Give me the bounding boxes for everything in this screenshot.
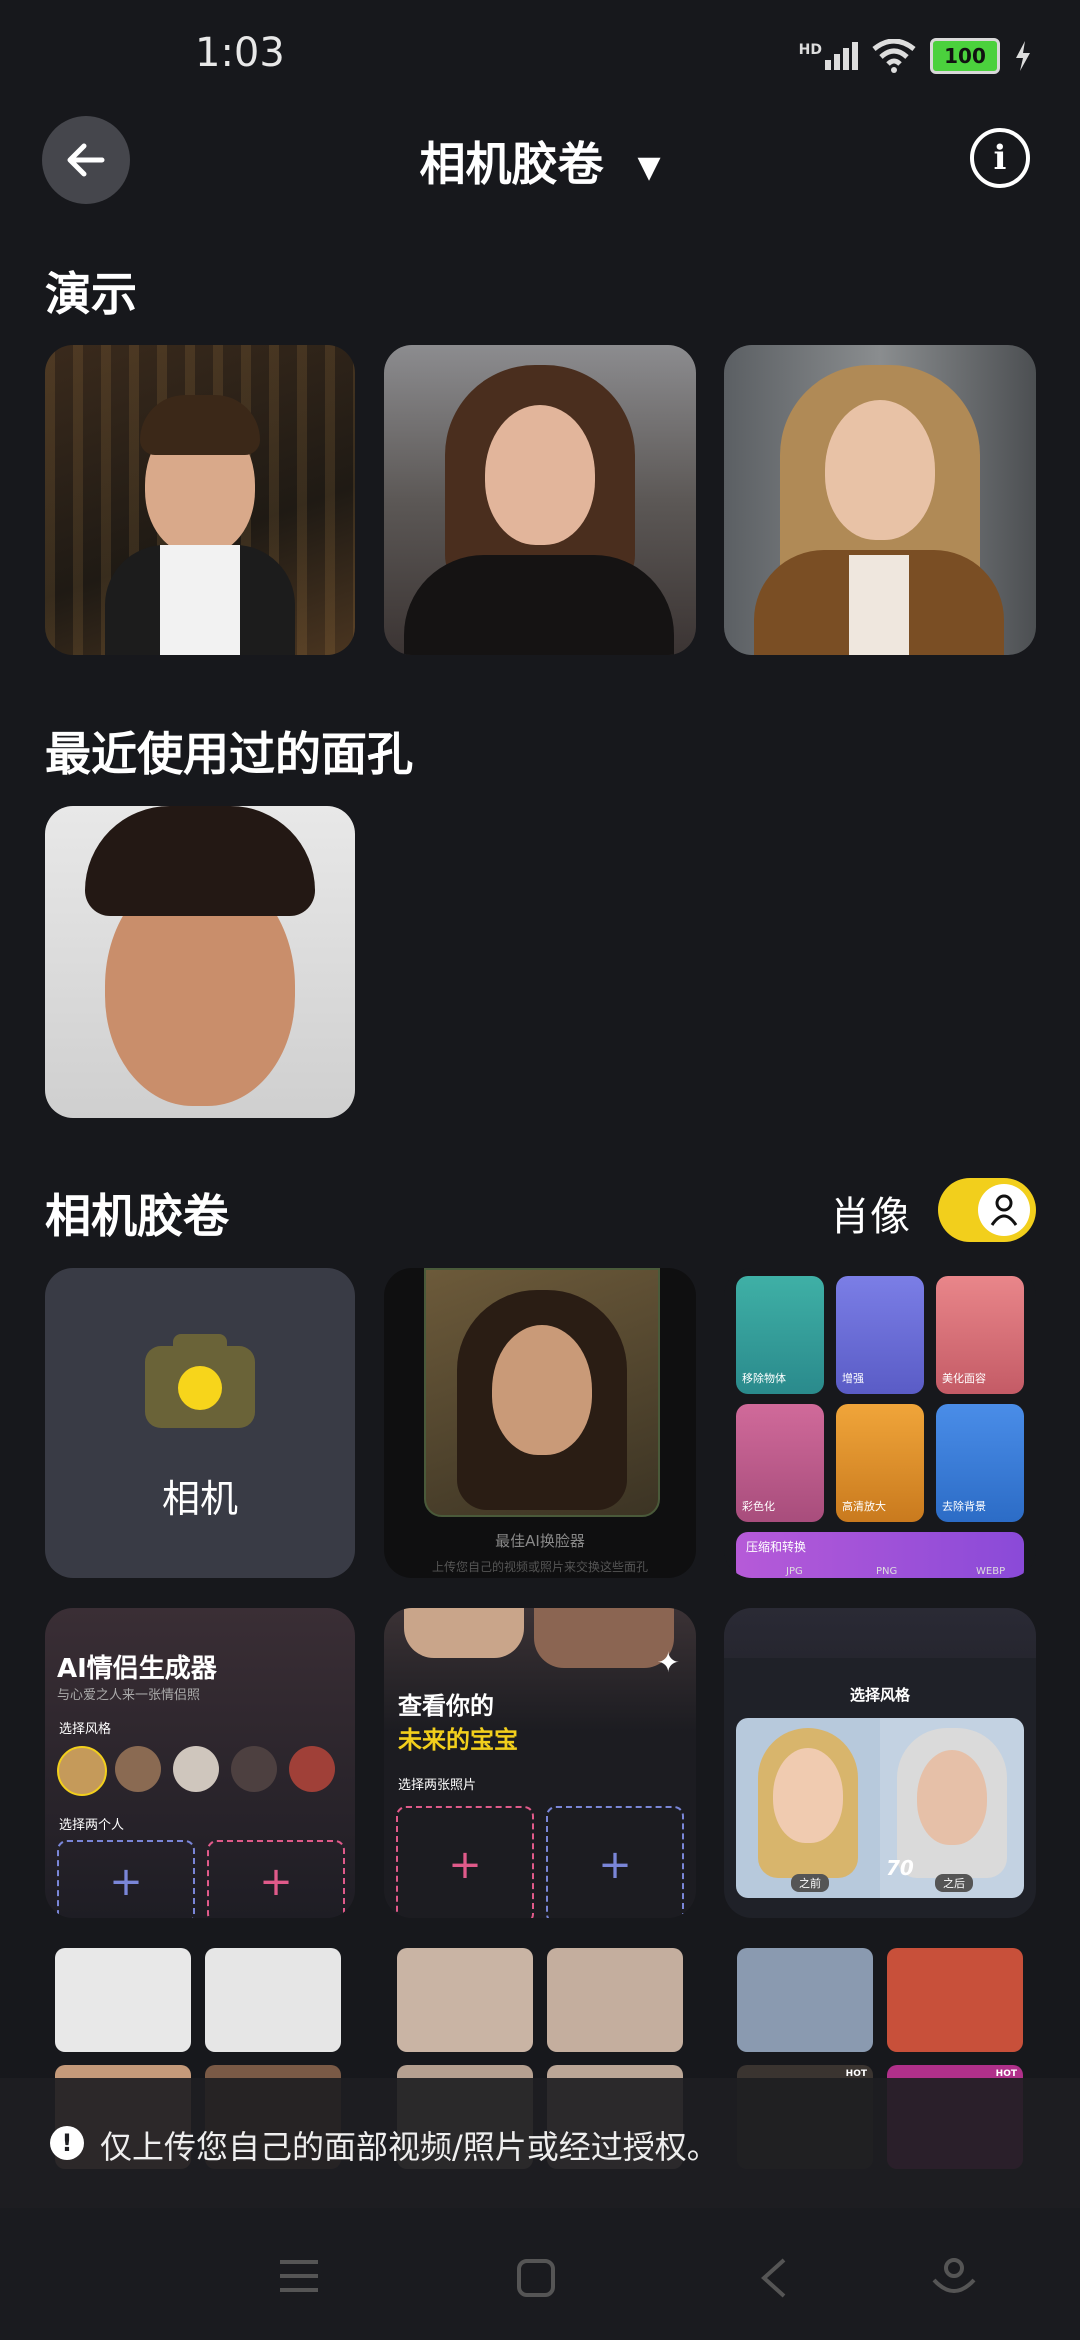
home-icon[interactable] [516,2258,556,2298]
style-preview[interactable] [887,1948,1023,2052]
plus-icon: + [109,1859,143,1905]
demo-photo-3[interactable] [724,345,1036,655]
back-nav-icon[interactable] [760,2258,788,2298]
couple-title: AI情侣生成器 [57,1654,217,1684]
style-preview[interactable] [397,1948,533,2052]
demo-photo-1[interactable] [45,345,355,655]
tool-remove-background[interactable]: 去除背景 [936,1404,1024,1522]
before-label: 之前 [791,1874,829,1892]
status-time: 1:03 [195,30,285,76]
style-preview[interactable] [55,1948,191,2052]
tool-colorize[interactable]: 彩色化 [736,1404,824,1522]
status-icons: HD 100 [799,38,1032,74]
album-selector[interactable]: 相机胶卷 ▼ [0,128,1080,194]
tool-upscale[interactable]: 高清放大 [836,1404,924,1522]
style-avatar[interactable] [115,1746,161,1792]
couple-choose-two: 选择两个人 [59,1818,125,1833]
face-swap-subtitle: 上传您自己的视频或照片来交换这些面孔 [431,1560,648,1574]
baby-title-line2: 未来的宝宝 [398,1726,518,1754]
section-title-demo: 演示 [45,267,137,321]
add-person-2-button[interactable]: + [207,1840,345,1918]
upload-warning-banner: ! 仅上传您自己的面部视频/照片或经过授权。 [0,2078,1080,2208]
future-baby-card[interactable]: ✦ 查看你的 未来的宝宝 选择两张照片 + + [384,1608,696,1918]
recent-face-1[interactable] [45,806,355,1118]
plus-icon: + [259,1859,293,1905]
portrait-filter-label: 肖像 [830,1194,910,1240]
baby-choose-photos: 选择两张照片 [398,1778,477,1793]
style-avatar[interactable] [57,1746,107,1796]
format-jpg: JPG [786,1566,803,1577]
tools-card[interactable]: 移除物体 增强 美化面容 彩色化 高清放大 去除背景 压缩和转换 JPG PNG… [724,1268,1036,1578]
section-title-camera-roll: 相机胶卷 [45,1189,229,1243]
plus-icon: + [598,1842,632,1888]
sparkle-icon: ✦ [656,1646,680,1679]
dropdown-arrow-icon: ▼ [637,150,661,185]
page-title: 相机胶卷 [419,137,604,191]
style-preview[interactable] [547,1948,683,2052]
demo-photo-2[interactable] [384,345,696,655]
couple-choose-style: 选择风格 [59,1722,112,1737]
aging-card[interactable]: 选择风格 之前 70 之后 [724,1608,1036,1918]
alert-icon: ! [50,2126,84,2160]
add-photo-2-button[interactable]: + [546,1806,684,1918]
add-photo-1-button[interactable]: + [396,1806,534,1918]
format-png: PNG [876,1566,898,1577]
style-avatar[interactable] [289,1746,335,1792]
battery-icon: 100 [930,38,1000,74]
system-nav-bar [0,2208,1080,2340]
top-bar: 相机胶卷 ▼ i [0,110,1080,210]
tool-label: 彩色化 [742,1500,775,1513]
tool-enhance[interactable]: 增强 [836,1276,924,1394]
style-preview[interactable] [205,1948,341,2052]
signal-icon: HD [799,42,858,70]
tool-label: 美化面容 [942,1372,986,1385]
baby-title-line1: 查看你的 [398,1692,494,1720]
status-bar: 1:03 HD 100 [0,0,1080,120]
format-webp: WEBP [976,1566,1006,1577]
plus-icon: + [448,1842,482,1888]
style-preview[interactable] [737,1948,873,2052]
couple-generator-card[interactable]: AI情侣生成器 与心爱之人来一张情侣照 选择风格 选择两个人 + + [45,1608,355,1918]
camera-icon [145,1334,255,1428]
warning-text: 仅上传您自己的面部视频/照片或经过授权。 [100,2128,719,2166]
add-person-1-button[interactable]: + [57,1840,195,1918]
camera-label: 相机 [161,1477,238,1521]
tool-beautify[interactable]: 美化面容 [936,1276,1024,1394]
person-icon [978,1184,1030,1236]
tool-label: 移除物体 [742,1372,786,1385]
wifi-icon [872,39,916,73]
camera-tile[interactable]: 相机 [45,1268,355,1578]
tool-label: 高清放大 [842,1500,886,1513]
couple-subtitle: 与心爱之人来一张情侣照 [57,1688,201,1703]
face-swap-card[interactable]: 最佳AI换脸器 上传您自己的视频或照片来交换这些面孔 [384,1268,696,1578]
face-swap-title: 最佳AI换脸器 [495,1532,585,1550]
portrait-toggle[interactable] [938,1178,1036,1242]
tool-label: 去除背景 [942,1500,986,1513]
style-avatar[interactable] [231,1746,277,1792]
age-label: 70 [886,1856,914,1880]
tool-label: 增强 [842,1372,864,1385]
assistant-icon[interactable] [932,2258,976,2300]
aging-title: 选择风格 [849,1686,910,1704]
section-title-recent-faces: 最近使用过的面孔 [45,727,413,781]
style-avatar[interactable] [173,1746,219,1792]
info-button[interactable]: i [970,128,1030,188]
compress-convert-bar[interactable]: 压缩和转换 JPG PNG WEBP [736,1532,1024,1578]
tool-remove-object[interactable]: 移除物体 [736,1276,824,1394]
after-label: 之后 [935,1874,973,1892]
charging-icon [1016,41,1030,71]
info-icon: i [993,138,1007,178]
compress-convert-title: 压缩和转换 [746,1540,807,1554]
menu-icon[interactable] [278,2258,320,2294]
